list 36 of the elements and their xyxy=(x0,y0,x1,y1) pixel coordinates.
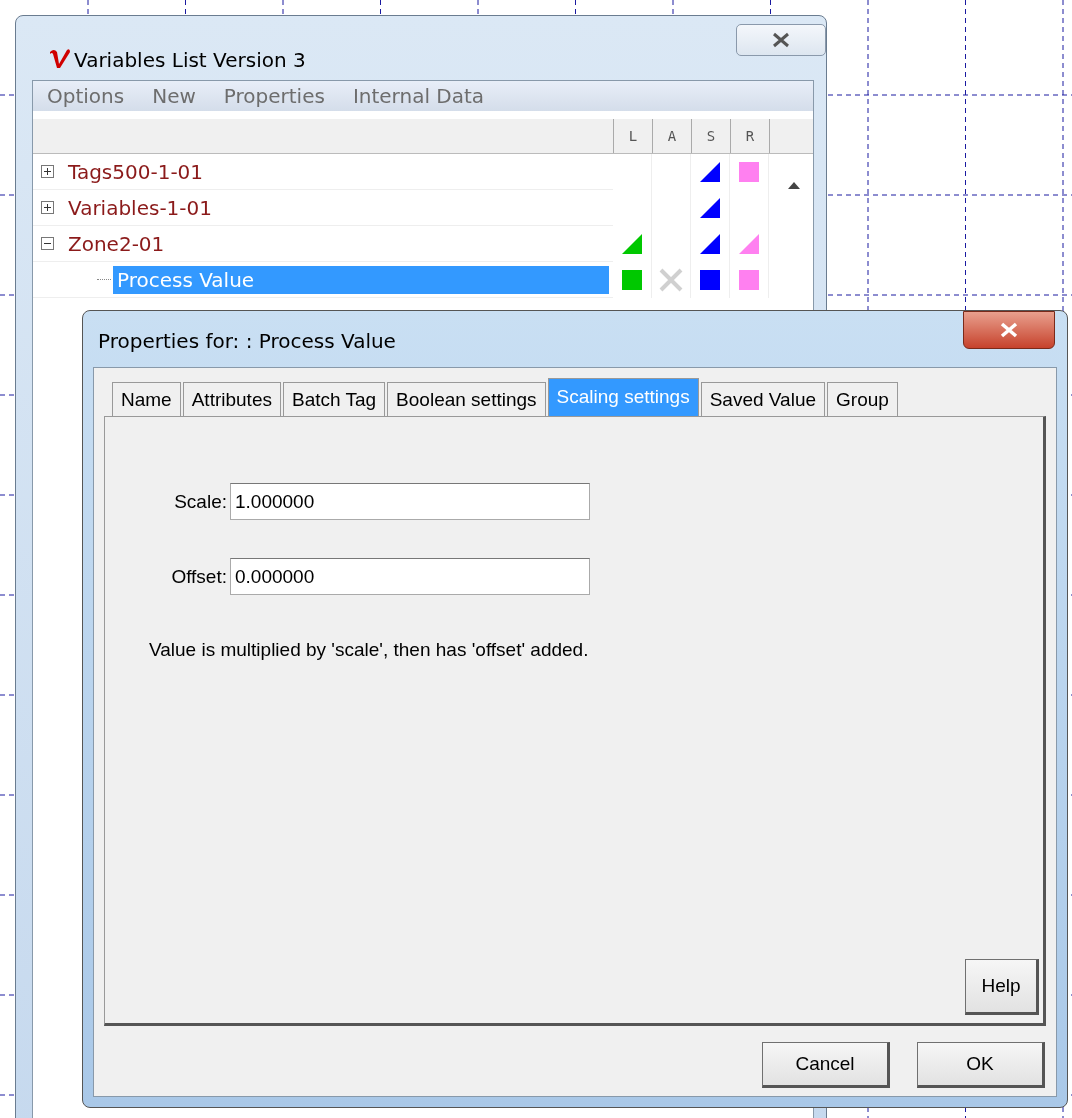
column-header: S xyxy=(692,119,731,153)
tree-item[interactable]: Zone2-01 xyxy=(64,229,169,258)
logo-icon xyxy=(48,46,72,70)
collapse-icon[interactable] xyxy=(41,237,54,250)
menu-item[interactable]: Internal Data xyxy=(352,84,485,108)
help-button[interactable]: Help xyxy=(965,959,1039,1015)
expand-icon[interactable] xyxy=(41,201,54,214)
menu-item[interactable]: New xyxy=(152,84,196,108)
field-label: Offset: xyxy=(170,565,227,588)
window-title: Variables List Version 3 xyxy=(74,48,306,72)
scroll-up-icon[interactable] xyxy=(788,181,800,189)
close-icon xyxy=(772,32,790,48)
input-field[interactable]: 1.000000 xyxy=(230,483,590,520)
tree-item[interactable]: Variables-1-01 xyxy=(64,193,216,222)
tab[interactable]: Name xyxy=(112,382,181,416)
close-icon xyxy=(1000,322,1018,338)
field-label: Scale: xyxy=(173,490,227,513)
menu-item[interactable]: Options xyxy=(47,84,125,108)
close-button[interactable] xyxy=(736,24,826,56)
tab[interactable]: Boolean settings xyxy=(387,382,546,416)
input-field[interactable]: 0.000000 xyxy=(230,558,590,595)
tab[interactable]: Attributes xyxy=(182,382,281,416)
tab[interactable]: Batch Tag xyxy=(282,382,386,416)
tab[interactable]: Group xyxy=(827,382,898,416)
tab[interactable]: Saved Value xyxy=(700,382,826,416)
help-text: Value is multiplied by 'scale', then has 'offset' added. xyxy=(149,639,589,661)
dialog-button[interactable]: Cancel xyxy=(762,1042,890,1088)
menu-item[interactable]: Properties xyxy=(223,84,325,108)
close-button[interactable] xyxy=(963,311,1055,349)
column-header: A xyxy=(653,119,692,153)
tree-item[interactable]: Tags500-1-01 xyxy=(64,157,208,186)
expand-icon[interactable] xyxy=(41,165,54,178)
column-header: L xyxy=(614,119,653,153)
dialog-title: Properties for: : Process Value xyxy=(98,329,396,353)
column-header: R xyxy=(731,119,770,153)
dialog-button[interactable]: OK xyxy=(917,1042,1045,1088)
